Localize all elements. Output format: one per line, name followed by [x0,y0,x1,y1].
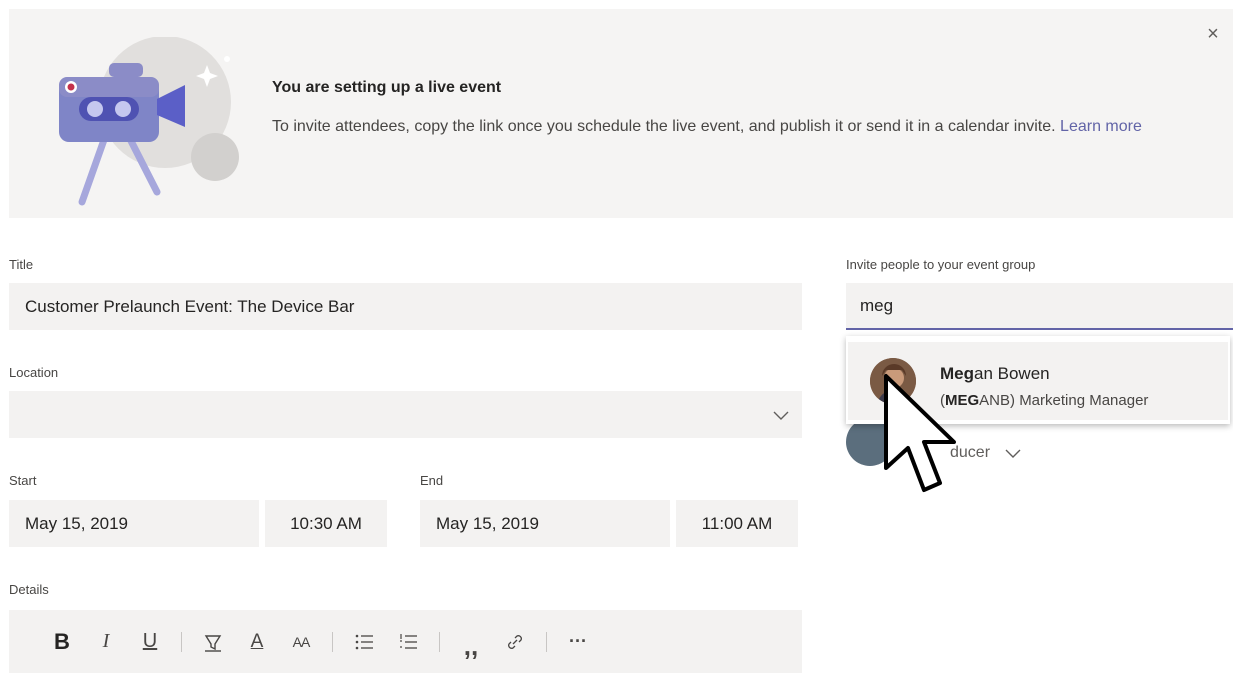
avatar [870,358,916,404]
details-label: Details [9,582,49,597]
location-label: Location [9,365,59,380]
role-dropdown[interactable]: ducer [950,444,1022,462]
highlight-button[interactable] [200,627,226,657]
role-label: ducer [950,444,991,461]
people-suggestion-dropdown: Megan Bowen (MEGANB) Marketing Manager [846,336,1230,424]
start-time-picker[interactable]: 10:30 AM [265,500,387,547]
banner-description: To invite attendees, copy the link once … [272,118,1142,135]
toolbar-divider [332,631,333,652]
live-event-setup-page: You are setting up a live event To invit… [0,0,1233,673]
end-date-picker[interactable]: May 15, 2019 [420,500,670,547]
numbered-list-icon [400,633,417,649]
invite-search-input[interactable]: meg [846,283,1233,330]
font-color-button[interactable]: A [244,627,270,657]
toolbar-divider [439,631,440,652]
chevron-down-icon [1005,449,1021,458]
more-options-button[interactable]: ··· [565,627,591,657]
toolbar-divider [546,631,547,652]
link-button[interactable] [502,627,528,657]
highlighter-icon [204,634,222,652]
person-photo-icon [870,358,916,404]
numbered-list-button[interactable] [395,627,421,657]
video-camera-illustration-icon [59,37,239,206]
title-input[interactable]: Customer Prelaunch Event: The Device Bar [9,283,802,330]
toolbar-divider [181,631,182,652]
underline-button[interactable]: U [137,627,163,657]
end-time-picker[interactable]: 11:00 AM [676,500,798,547]
font-size-button[interactable]: AA [288,627,314,657]
end-label: End [420,473,444,488]
bullet-list-button[interactable] [351,627,377,657]
formatting-toolbar: B I U A AA ,, ··· [9,610,802,673]
invite-label: Invite people to your event group [846,257,1036,272]
avatar [846,418,894,466]
title-label: Title [9,257,34,272]
live-event-banner: You are setting up a live event To invit… [9,9,1233,218]
italic-button[interactable]: I [93,627,119,657]
banner-title: You are setting up a live event [272,79,502,96]
learn-more-link[interactable]: Learn more [1060,118,1142,135]
bullet-list-icon [355,634,373,649]
chevron-down-icon [773,411,789,420]
start-label: Start [9,473,37,488]
suggestion-item[interactable]: Megan Bowen (MEGANB) Marketing Manager [848,342,1228,420]
bold-button[interactable]: B [49,627,75,657]
start-date-picker[interactable]: May 15, 2019 [9,500,259,547]
close-icon[interactable]: × [1201,22,1225,46]
quote-icon: ,, [463,631,479,661]
person-details: (MEGANB) Marketing Manager [940,392,1149,409]
quote-button[interactable]: ,, [458,627,484,661]
location-dropdown[interactable] [9,391,802,438]
person-name: Megan Bowen [940,364,1050,383]
link-icon [508,634,522,649]
